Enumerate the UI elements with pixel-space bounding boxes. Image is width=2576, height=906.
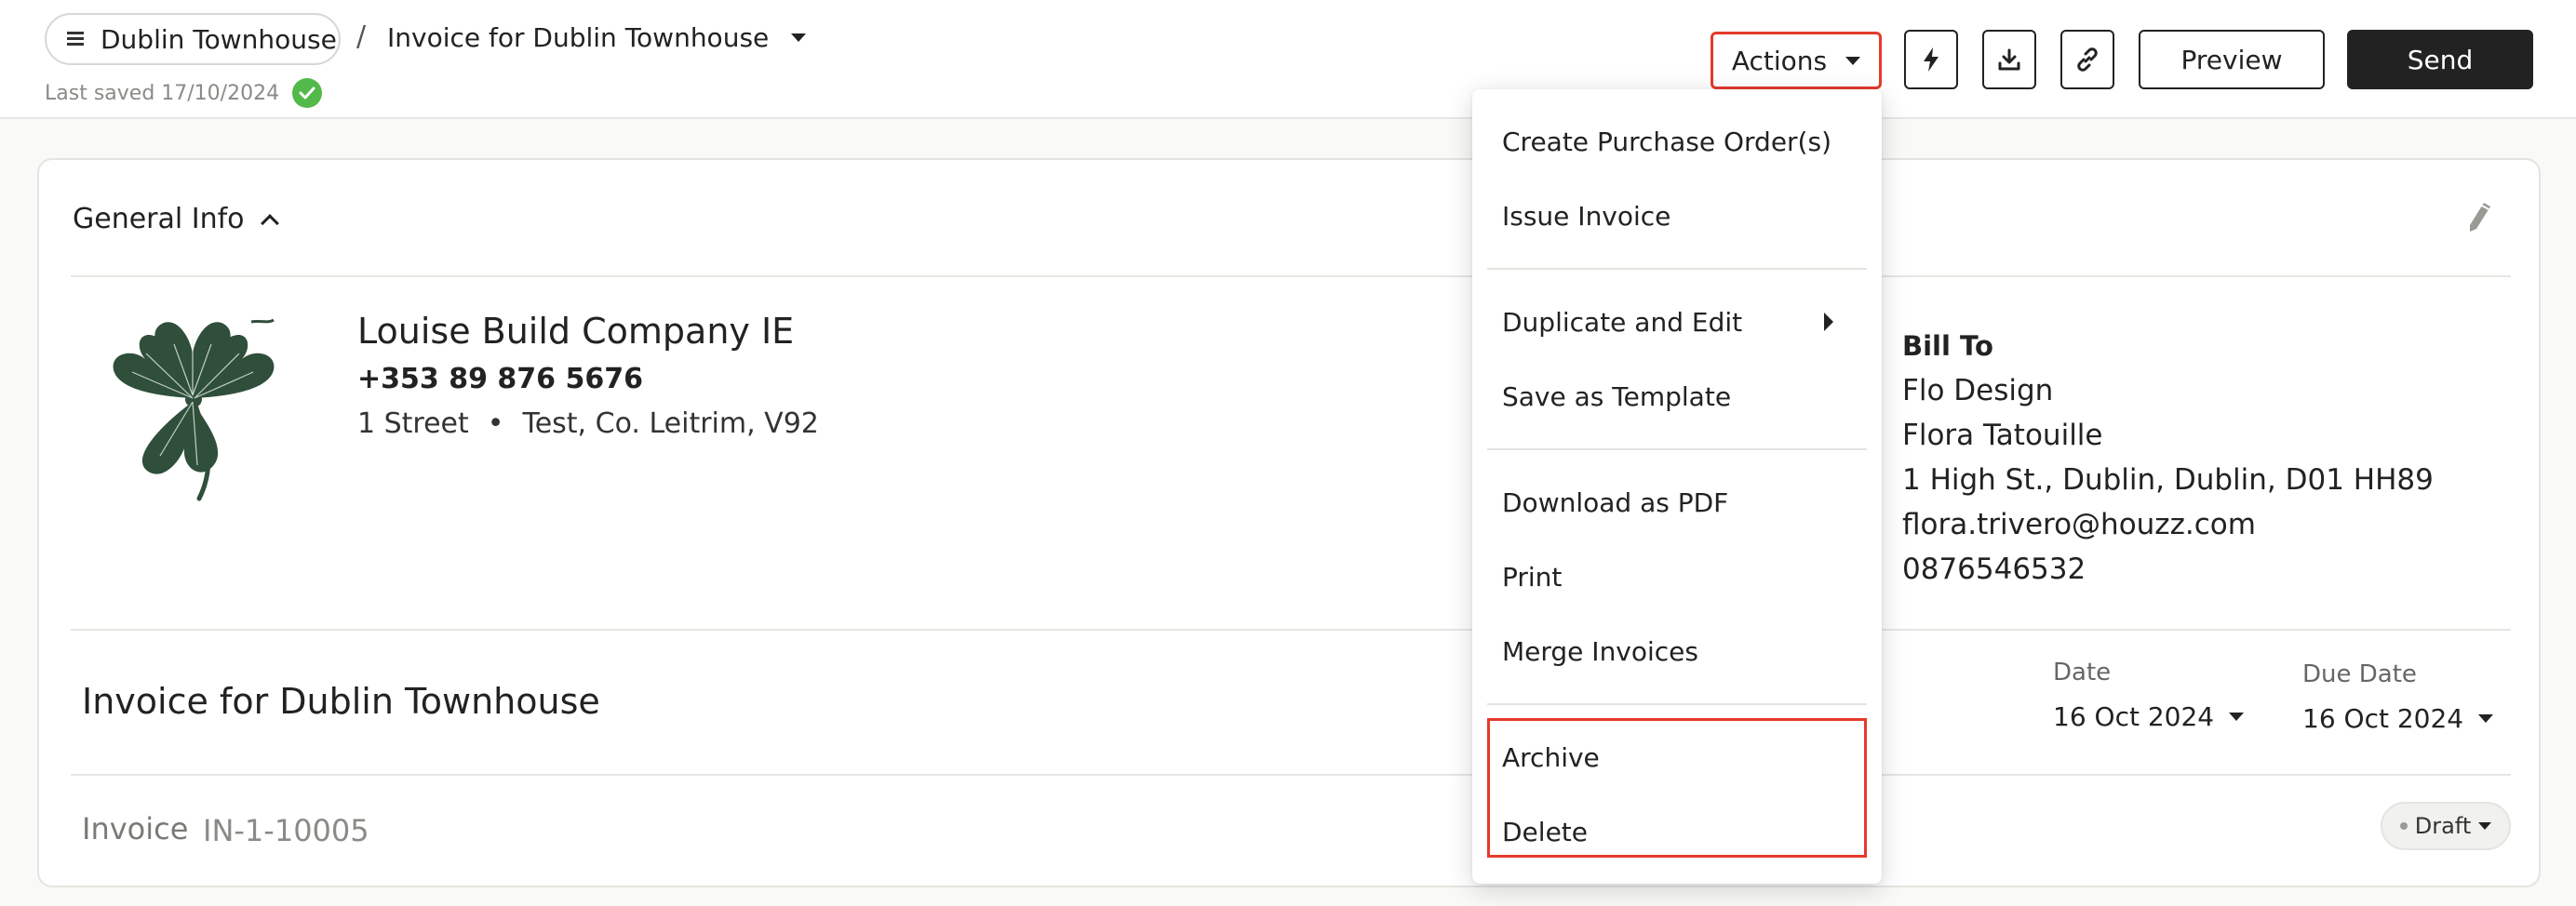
invoice-number: IN-1-10005: [203, 813, 369, 848]
hamburger-icon: [67, 32, 84, 47]
document-title-dropdown[interactable]: Invoice for Dublin Townhouse: [387, 22, 807, 53]
bill-to-name: Flo Design: [1902, 374, 2054, 407]
caret-down-icon: [2229, 713, 2245, 721]
bill-to-email: flora.trivero@houzz.com: [1902, 508, 2256, 541]
company-city: Test, Co. Leitrim, V92: [522, 407, 819, 440]
actions-button[interactable]: Actions: [1711, 32, 1882, 89]
menu-item-download-pdf[interactable]: Download as PDF: [1502, 487, 1728, 518]
check-icon: [292, 78, 323, 108]
last-saved-text: Last saved 17/10/2024: [45, 81, 280, 105]
preview-button[interactable]: Preview: [2139, 30, 2325, 89]
menu-item-duplicate-and-edit[interactable]: Duplicate and Edit: [1502, 307, 1742, 338]
company-name: Louise Build Company IE: [357, 311, 795, 352]
invoice-heading: Invoice for Dublin Townhouse: [82, 681, 600, 722]
invoice-type-label: Invoice: [82, 811, 189, 846]
caret-down-icon: [791, 33, 807, 42]
automation-button[interactable]: [1904, 30, 1958, 89]
bill-to-contact: Flora Tatouille: [1902, 419, 2103, 452]
divider: [71, 275, 2511, 277]
address-bullet: •: [487, 407, 504, 440]
menu-divider: [1487, 448, 1867, 450]
menu-item-create-purchase-order[interactable]: Create Purchase Order(s): [1502, 127, 1831, 157]
project-name: Dublin Townhouse: [101, 23, 337, 55]
document-title: Invoice for Dublin Townhouse: [387, 22, 770, 53]
actions-menu: Create Purchase Order(s) Issue Invoice D…: [1472, 89, 1882, 884]
due-date-picker[interactable]: 16 Oct 2024: [2302, 703, 2494, 734]
lightning-icon: [1924, 47, 1939, 72]
date-picker[interactable]: 16 Oct 2024: [2053, 701, 2245, 732]
caret-down-icon: [2478, 714, 2494, 723]
company-street: 1 Street: [357, 407, 469, 440]
status-dot-icon: [2399, 822, 2408, 830]
divider: [71, 774, 2511, 776]
date-field: Date 16 Oct 2024: [2053, 659, 2245, 732]
pencil-icon[interactable]: [2466, 201, 2492, 238]
menu-divider: [1487, 268, 1867, 270]
divider: [71, 629, 2511, 631]
caret-right-icon: [1824, 313, 1833, 331]
date-label: Date: [2053, 659, 2112, 686]
menu-item-archive[interactable]: Archive: [1502, 742, 1600, 773]
project-nav-button[interactable]: Dublin Townhouse: [45, 13, 341, 65]
bill-to-address: 1 High St., Dublin, Dublin, D01 HH89: [1902, 463, 2434, 497]
link-icon: [2077, 47, 2098, 72]
bill-to-block: Bill To Flo Design Flora Tatouille 1 Hig…: [1902, 324, 2434, 592]
chevron-up-icon: [260, 213, 279, 233]
company-address: 1 Street • Test, Co. Leitrim, V92: [357, 407, 819, 440]
last-saved-status: Last saved 17/10/2024: [45, 78, 323, 108]
due-date-field: Due Date 16 Oct 2024: [2302, 660, 2494, 734]
menu-item-merge-invoices[interactable]: Merge Invoices: [1502, 636, 1698, 667]
breadcrumb-separator: /: [356, 20, 367, 53]
send-button[interactable]: Send: [2347, 30, 2533, 89]
actions-label: Actions: [1731, 45, 1828, 76]
caret-down-icon: [2478, 822, 2492, 830]
status-text: Draft: [2414, 813, 2472, 839]
due-date-label: Due Date: [2302, 660, 2417, 688]
bill-to-phone: 0876546532: [1902, 553, 2086, 586]
download-button[interactable]: [1982, 30, 2036, 89]
company-logo: [104, 316, 281, 506]
section-title: General Info: [73, 203, 245, 235]
date-value: 16 Oct 2024: [2053, 701, 2215, 732]
general-info-card: General Info Louise Build Company IE +35…: [37, 158, 2541, 887]
caret-down-icon: [1845, 56, 1861, 65]
due-date-value: 16 Oct 2024: [2302, 703, 2464, 734]
menu-item-issue-invoice[interactable]: Issue Invoice: [1502, 201, 1670, 232]
general-info-toggle[interactable]: General Info: [73, 203, 279, 235]
bill-to-heading: Bill To: [1902, 330, 1993, 362]
menu-item-print[interactable]: Print: [1502, 562, 1562, 593]
company-phone: +353 89 876 5676: [357, 363, 643, 395]
status-badge[interactable]: Draft: [2381, 802, 2511, 850]
top-bar: Dublin Townhouse / Invoice for Dublin To…: [0, 0, 2576, 119]
menu-divider: [1487, 703, 1867, 705]
download-icon: [1998, 48, 2020, 71]
menu-item-delete[interactable]: Delete: [1502, 817, 1588, 847]
copy-link-button[interactable]: [2060, 30, 2114, 89]
menu-item-save-as-template[interactable]: Save as Template: [1502, 381, 1731, 412]
